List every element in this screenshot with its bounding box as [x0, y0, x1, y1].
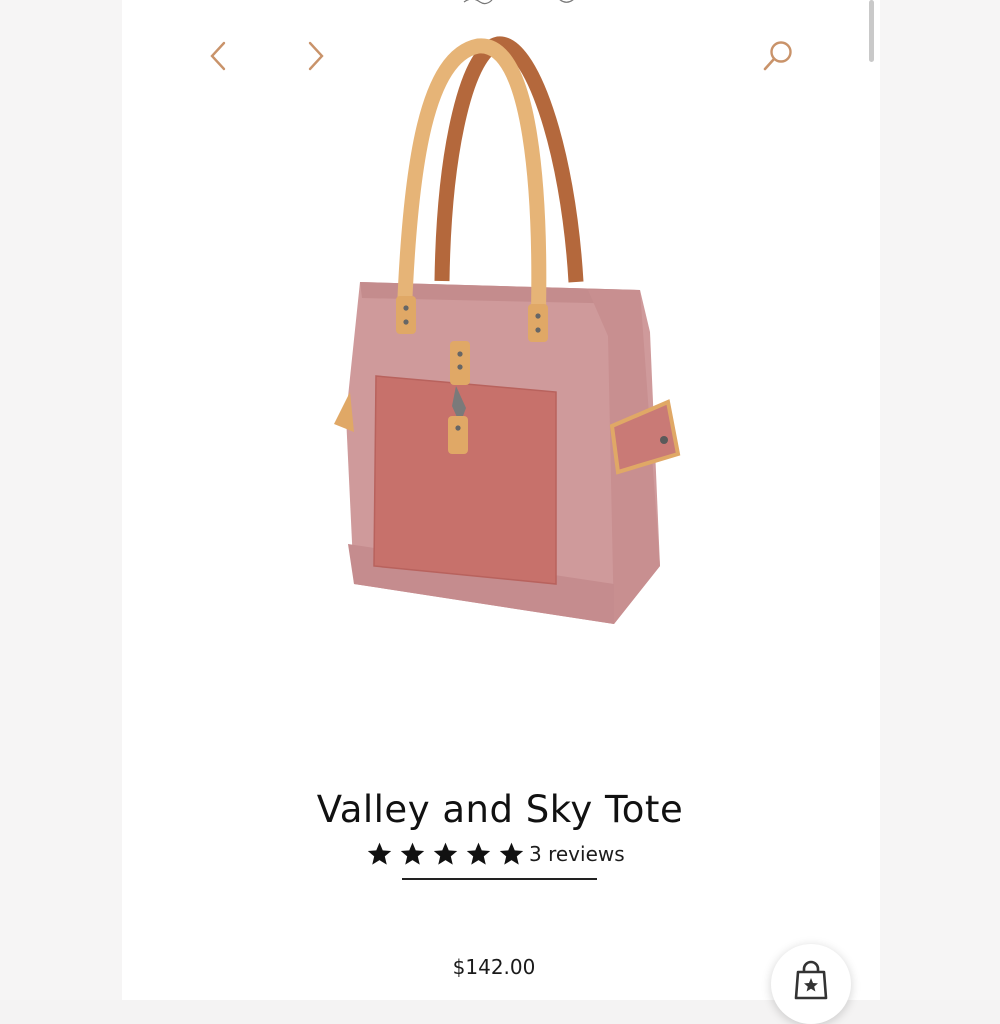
- star-icon: [498, 841, 525, 867]
- star-icon: [366, 841, 393, 867]
- star-icon: [465, 841, 492, 867]
- brand-logo: [463, 0, 574, 5]
- title-divider: [402, 878, 597, 880]
- shopping-bag-star-icon: [794, 960, 828, 1000]
- right-backdrop: [880, 0, 1000, 1000]
- star-icon: [432, 841, 459, 867]
- rating-summary[interactable]: 3 reviews: [366, 838, 625, 870]
- product-image: [334, 36, 681, 624]
- scrollbar[interactable]: [869, 0, 874, 62]
- cart-button[interactable]: [771, 944, 851, 1024]
- product-title: Valley and Sky Tote: [316, 788, 684, 831]
- previous-image-button[interactable]: [200, 38, 236, 74]
- search-button[interactable]: [760, 38, 796, 74]
- search-icon: [763, 41, 792, 71]
- reviews-link[interactable]: 3 reviews: [529, 842, 625, 866]
- star-icon: [399, 841, 426, 867]
- left-backdrop: [0, 0, 122, 1000]
- chevron-left-icon: [210, 41, 226, 71]
